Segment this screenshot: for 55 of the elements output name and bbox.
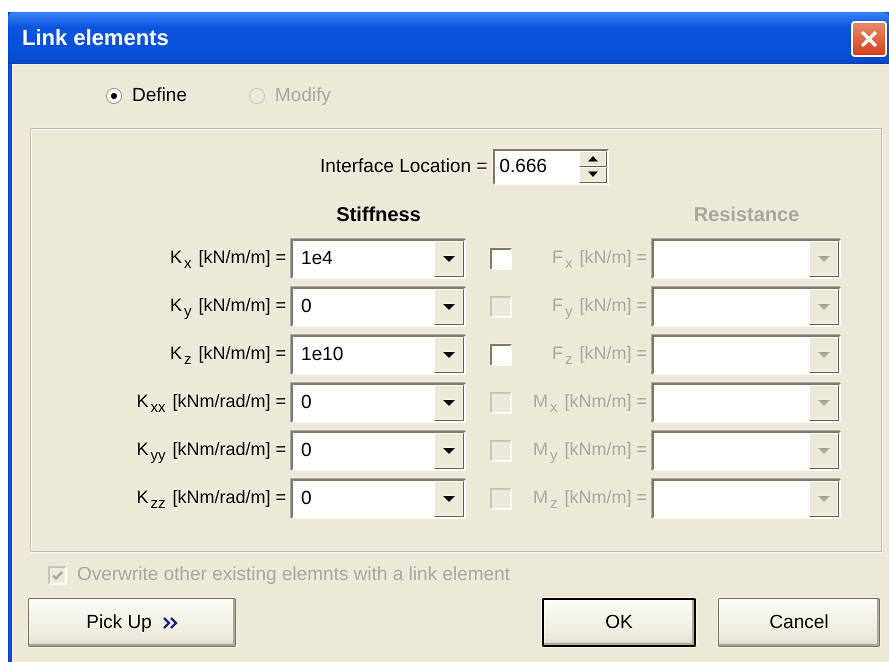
dialog-button[interactable]: OK	[542, 598, 696, 647]
stiffness-label: K$_{yy}$ [kNm/rad/m] =	[136, 438, 286, 464]
checkbox[interactable]	[490, 344, 512, 366]
resistance-label: M$_{x}$ [kNm/m] =	[532, 390, 647, 416]
stiffness-label: K$_{z}$ [kN/m/m] =	[170, 342, 286, 368]
spin-down-button[interactable]	[579, 166, 608, 182]
resistance-label: F$_{z}$ [kN/m] =	[552, 342, 647, 368]
down-arrow-icon	[587, 171, 600, 178]
dropdown-button[interactable]	[434, 481, 464, 517]
dropdown-arrow-icon	[817, 495, 831, 503]
resistance-label: M$_{z}$ [kNm/m] =	[532, 486, 647, 512]
interface-location-label: Interface Location =	[320, 156, 488, 178]
resistance-label: F$_{x}$ [kN/m] =	[552, 246, 647, 272]
stiffness-dropdown[interactable]: 0	[291, 383, 466, 423]
stiffness-dropdown[interactable]: 0	[291, 431, 466, 471]
dropdown-arrow-icon	[442, 399, 456, 407]
window-title: Link elements	[22, 25, 169, 51]
dialog-button[interactable]: Cancel	[718, 598, 880, 647]
stiffness-dropdown[interactable]: 1e4	[291, 239, 466, 279]
interface-location-field[interactable]: 0.666	[493, 148, 610, 184]
resistance-label: F$_{y}$ [kN/m] =	[552, 294, 647, 320]
close-button[interactable]	[851, 21, 887, 57]
stiffness-label: K$_{y}$ [kN/m/m] =	[170, 294, 286, 320]
checkmark-icon	[51, 568, 64, 582]
stiffness-header: Stiffness	[335, 203, 422, 228]
dropdown-arrow-icon	[442, 495, 456, 503]
dropdown-arrow-icon	[442, 255, 456, 263]
radio-button[interactable]	[106, 88, 122, 104]
dropdown-arrow-icon	[817, 447, 831, 455]
pick-up-button[interactable]: Pick Up	[28, 598, 236, 647]
up-arrow-icon	[587, 155, 600, 162]
stiffness-dropdown[interactable]: 0	[291, 287, 466, 327]
dropdown-arrow-icon	[442, 351, 456, 359]
dropdown-arrow-icon	[817, 351, 831, 359]
double-chevron-icon	[162, 616, 178, 630]
dropdown-arrow-icon	[442, 303, 456, 311]
dropdown-button[interactable]	[434, 289, 464, 325]
dropdown-arrow-icon	[817, 255, 831, 263]
dropdown-arrow-icon	[442, 447, 456, 455]
dropdown-button[interactable]	[434, 241, 464, 277]
radio-label[interactable]: Define	[132, 85, 187, 107]
dropdown-arrow-icon	[817, 399, 831, 407]
dropdown-button[interactable]	[434, 337, 464, 373]
checkbox[interactable]	[490, 248, 512, 270]
stiffness-dropdown[interactable]: 0	[291, 479, 466, 519]
dropdown-button[interactable]	[434, 433, 464, 469]
stiffness-label: K$_{xx}$ [kNm/rad/m] =	[136, 390, 286, 416]
resistance-header: Resistance	[692, 203, 800, 228]
stiffness-label: K$_{zz}$ [kNm/rad/m] =	[136, 486, 286, 512]
resistance-label: M$_{y}$ [kNm/m] =	[532, 438, 647, 464]
dropdown-button[interactable]	[434, 385, 464, 421]
stiffness-label: K$_{x}$ [kN/m/m] =	[170, 246, 286, 272]
spin-up-button[interactable]	[579, 150, 608, 166]
stiffness-dropdown[interactable]: 1e10	[291, 335, 466, 375]
dropdown-arrow-icon	[817, 303, 831, 311]
